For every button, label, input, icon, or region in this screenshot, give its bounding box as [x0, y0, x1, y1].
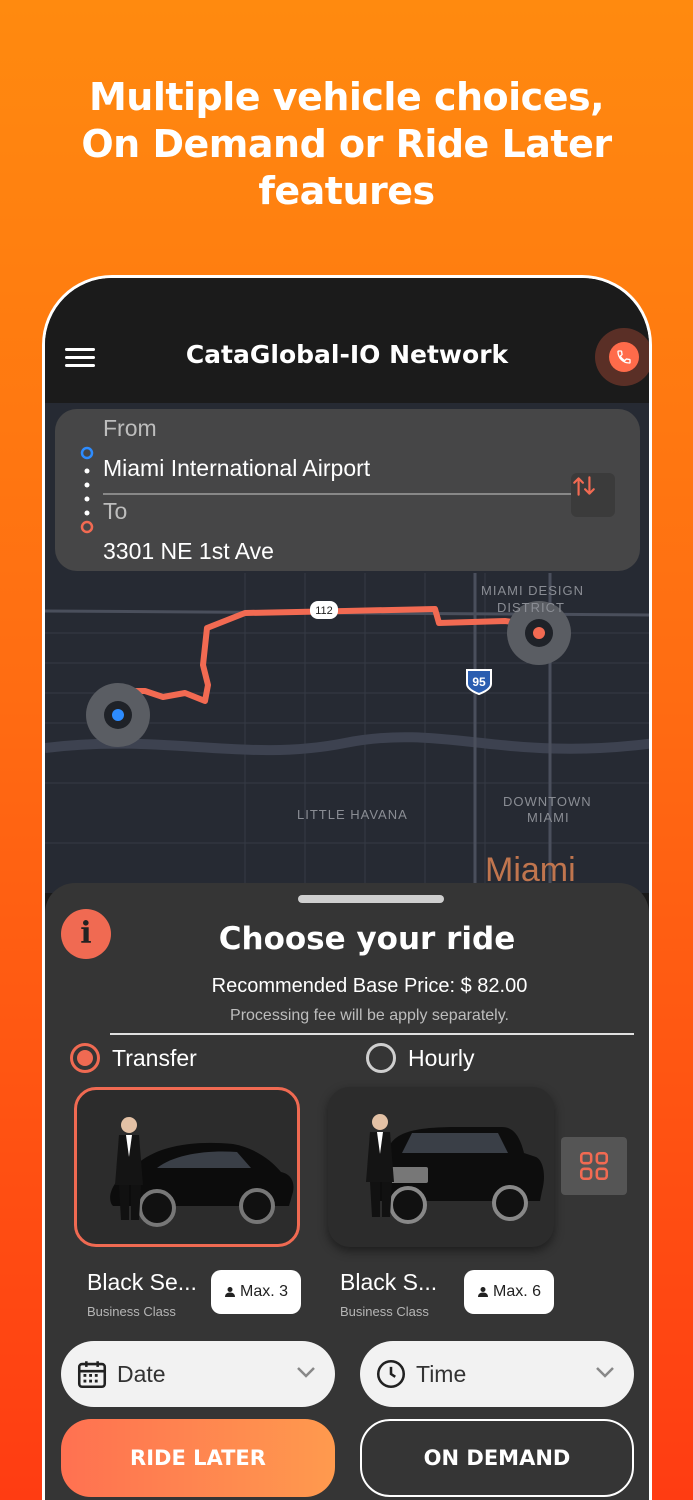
base-price: Recommended Base Price: $ 82.00 — [211, 975, 528, 997]
call-button[interactable] — [595, 328, 649, 386]
phone-frame: CataGlobal-IO Network 112 95 MIAMI DESIG… — [42, 275, 652, 1500]
max-passengers-suv: Max. 6 — [492, 1283, 541, 1300]
phone-icon — [609, 342, 639, 372]
time-label: Time — [416, 1360, 467, 1387]
headline-line-3: features — [258, 169, 435, 213]
on-demand-button[interactable]: ON DEMAND — [360, 1419, 634, 1497]
sheet-handle[interactable] — [298, 895, 444, 903]
vehicle-class-suv: Business Class — [340, 1304, 429, 1319]
chevron-down-icon — [297, 1367, 315, 1378]
fee-note: Processing fee will be apply separately. — [230, 1007, 509, 1024]
max-passengers-badge: Max. 3 — [211, 1270, 301, 1314]
swap-button[interactable] — [571, 473, 615, 517]
headline: Multiple vehicle choices, On Demand or R… — [0, 74, 693, 215]
vehicle-name-suv: Black S... — [340, 1269, 438, 1295]
vehicle-card-sedan[interactable] — [74, 1087, 300, 1247]
sheet-title: Choose your ride — [218, 921, 516, 957]
ride-sheet: i Choose your ride Recommended Base Pric… — [45, 883, 649, 1500]
grid-icon — [579, 1151, 609, 1181]
ride-later-button[interactable]: RIDE LATER — [61, 1419, 335, 1497]
route-dots-icon — [80, 446, 94, 534]
radio-transfer-label: Transfer — [112, 1044, 197, 1071]
app-title: CataGlobal-IO Network — [185, 340, 509, 369]
from-label: From — [103, 415, 157, 441]
map-label-downtown: DOWNTOWN — [503, 794, 592, 809]
headline-line-2: On Demand or Ride Later — [81, 122, 612, 166]
to-label: To — [103, 498, 128, 524]
road-95-label: 95 — [472, 675, 486, 689]
map-label-design-district: MIAMI DESIGN — [481, 583, 585, 598]
map-view[interactable]: 112 95 MIAMI DESIGN DISTRICT LITTLE HAVA… — [45, 403, 649, 893]
swap-icon — [573, 476, 595, 496]
radio-selected-icon — [70, 1043, 100, 1073]
date-picker[interactable]: Date — [61, 1341, 335, 1407]
vehicle-name-sedan: Black Se... — [87, 1269, 197, 1295]
clock-icon — [376, 1359, 406, 1389]
chevron-down-icon — [596, 1367, 614, 1378]
radio-hourly[interactable]: Hourly — [366, 1043, 474, 1073]
to-input[interactable]: 3301 NE 1st Ave — [103, 538, 274, 565]
headline-line-1: Multiple vehicle choices, — [88, 75, 605, 119]
time-picker[interactable]: Time — [360, 1341, 634, 1407]
app-bar: CataGlobal-IO Network — [45, 278, 649, 403]
radio-unselected-icon — [366, 1043, 396, 1073]
suv-image — [366, 1114, 544, 1224]
vehicle-class-sedan: Business Class — [87, 1304, 176, 1319]
calendar-icon — [77, 1361, 107, 1389]
radio-hourly-label: Hourly — [408, 1044, 475, 1071]
route-card: From Miami International Airport To 3301… — [55, 409, 640, 571]
radio-transfer[interactable]: Transfer — [70, 1043, 197, 1073]
map-label-design-district-2: DISTRICT — [497, 600, 565, 615]
all-vehicles-button[interactable] — [561, 1137, 627, 1195]
sedan-image — [110, 1117, 294, 1227]
vehicle-card-suv[interactable] — [328, 1087, 554, 1247]
map-label-little-havana: LITTLE HAVANA — [297, 807, 408, 822]
map-label-downtown-2: MIAMI — [527, 810, 570, 825]
road-112-label: 112 — [315, 605, 333, 617]
max-passengers-badge: Max. 6 — [464, 1270, 554, 1314]
from-input[interactable]: Miami International Airport — [103, 455, 370, 482]
date-label: Date — [117, 1360, 166, 1387]
sheet-divider — [110, 1033, 634, 1035]
route-divider — [103, 493, 573, 495]
max-passengers-sedan: Max. 3 — [239, 1283, 288, 1300]
person-icon — [477, 1287, 488, 1297]
person-icon — [224, 1287, 235, 1297]
